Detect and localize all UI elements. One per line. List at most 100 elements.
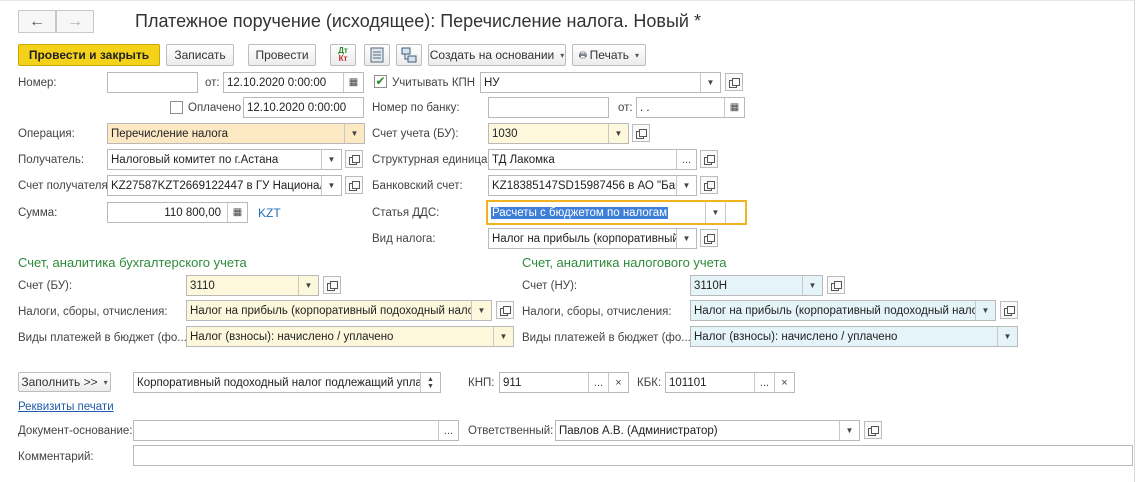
spin-icon[interactable]: ▲ ▼: [420, 373, 440, 392]
chevron-down-icon[interactable]: ▼: [705, 202, 725, 223]
paid-date-input[interactable]: 12.10.2020 0:00:00: [243, 97, 364, 118]
operation-select[interactable]: Перечисление налога ▼: [107, 123, 365, 144]
list-report-icon: [370, 47, 384, 63]
accounting-taxes-select[interactable]: Налог на прибыль (корпоративный подоходн…: [186, 300, 492, 321]
responsible-select[interactable]: Павлов А.В. (Администратор) ▼: [555, 420, 860, 441]
accounting-account-select[interactable]: 3110 ▼: [186, 275, 319, 296]
recipient-account-select[interactable]: KZ27587KZT2669122447 в ГУ Националь ▼: [107, 175, 342, 196]
post-button[interactable]: Провести: [248, 44, 316, 66]
chevron-down-icon: ▾: [634, 50, 639, 60]
date-input[interactable]: 12.10.2020 0:00:00 ▦: [223, 72, 364, 93]
clear-icon[interactable]: ×: [608, 373, 628, 392]
open-tax-type-button[interactable]: [700, 229, 718, 247]
open-responsible-button[interactable]: [864, 421, 882, 439]
account-bu-section-label: Счет (БУ):: [18, 280, 73, 292]
open-tax-taxes-button[interactable]: [1000, 301, 1018, 319]
recipient-label: Получатель:: [18, 154, 85, 166]
ellipsis-icon[interactable]: ...: [676, 150, 696, 169]
ellipsis-icon[interactable]: ...: [588, 373, 608, 392]
printer-icon: [579, 51, 587, 59]
dds-select[interactable]: Расчеты с бюджетом по налогам ▼: [486, 200, 747, 225]
bank-account-select[interactable]: KZ18385147SD15987456 в АО "Банк ▼: [488, 175, 697, 196]
list-report-button[interactable]: [364, 44, 390, 66]
back-arrow-icon: ←: [29, 12, 45, 30]
page-title: Платежное поручение (исходящее): Перечис…: [135, 11, 701, 31]
chevron-down-icon[interactable]: ▼: [839, 421, 859, 440]
bank-date-input[interactable]: . . ▦: [636, 97, 745, 118]
open-bank-account-button[interactable]: [700, 176, 718, 194]
structure-button[interactable]: [396, 44, 422, 66]
open-form-icon: [500, 306, 511, 316]
chevron-down-icon[interactable]: ▼: [997, 327, 1017, 346]
kpn-select[interactable]: НУ ▼: [480, 72, 721, 93]
date-from-label: от:: [205, 77, 220, 89]
ellipsis-icon[interactable]: ...: [754, 373, 774, 392]
chevron-down-icon[interactable]: ▼: [676, 176, 696, 195]
open-form-icon: [349, 155, 360, 165]
tax-payments-select[interactable]: Налог (взносы): начислено / уплачено ▼: [690, 326, 1018, 347]
ellipsis-icon[interactable]: ...: [438, 421, 458, 440]
open-recipient-button[interactable]: [345, 150, 363, 168]
calendar-icon[interactable]: ▦: [724, 98, 744, 117]
chevron-down-icon[interactable]: ▼: [321, 150, 341, 169]
calendar-icon[interactable]: ▦: [343, 73, 363, 92]
account-bu-select[interactable]: 1030 ▼: [488, 123, 629, 144]
number-input[interactable]: [107, 72, 198, 93]
purpose-select[interactable]: Корпоративный подоходный налог подлежащи…: [133, 372, 441, 393]
forward-button[interactable]: →: [56, 10, 94, 33]
open-tax-account-button[interactable]: [827, 276, 845, 294]
bank-number-input[interactable]: [488, 97, 609, 118]
sum-input[interactable]: 110 800,00 ▦: [107, 202, 248, 223]
knp-input[interactable]: 911 ... ×: [499, 372, 629, 393]
currency-label: KZT: [258, 206, 281, 220]
fill-button-label: Заполнить >>: [21, 375, 98, 389]
tax-account-select[interactable]: 3110Н ▼: [690, 275, 823, 296]
window-right-border: [1134, 0, 1135, 482]
open-form-icon: [349, 181, 360, 191]
calculator-icon[interactable]: ▦: [227, 203, 247, 222]
fill-button[interactable]: Заполнить >> ▾: [18, 372, 111, 392]
paid-checkbox[interactable]: ✔: [170, 101, 183, 114]
recipient-select[interactable]: Налоговый комитет по г.Астана ▼: [107, 149, 342, 170]
window-top-border: [0, 0, 1135, 1]
chevron-down-icon[interactable]: ▼: [802, 276, 822, 295]
tax-type-select[interactable]: Налог на прибыль (корпоративный г ▼: [488, 228, 697, 249]
consider-kpn-checkbox[interactable]: ✔: [374, 75, 387, 88]
kbk-input[interactable]: 101101 ... ×: [665, 372, 795, 393]
open-dds-button[interactable]: [725, 202, 745, 223]
chevron-down-icon[interactable]: ▼: [975, 301, 995, 320]
chevron-down-icon[interactable]: ▼: [344, 124, 364, 143]
open-form-icon: [327, 281, 338, 291]
chevron-down-icon[interactable]: ▼: [298, 276, 318, 295]
open-accounting-account-button[interactable]: [323, 276, 341, 294]
clear-icon[interactable]: ×: [774, 373, 794, 392]
comment-input[interactable]: [133, 445, 1133, 466]
post-and-close-button[interactable]: Провести и закрыть: [18, 44, 160, 66]
create-based-on-button[interactable]: Создать на основании ▾: [428, 44, 566, 66]
chevron-down-icon[interactable]: ▼: [321, 176, 341, 195]
save-button[interactable]: Записать: [166, 44, 234, 66]
open-accounting-taxes-button[interactable]: [496, 301, 514, 319]
chevron-down-icon[interactable]: ▼: [676, 229, 696, 248]
back-button[interactable]: ←: [18, 10, 56, 33]
open-account-bu-button[interactable]: [632, 124, 650, 142]
open-form-icon: [868, 426, 879, 436]
open-form-icon: [729, 78, 740, 88]
chevron-down-icon[interactable]: ▼: [608, 124, 628, 143]
recipient-account-label: Счет получателя:: [18, 180, 111, 192]
print-button[interactable]: Печать ▾: [572, 44, 646, 66]
open-recipient-account-button[interactable]: [345, 176, 363, 194]
print-details-link[interactable]: Реквизиты печати: [18, 401, 114, 413]
open-form-icon: [731, 209, 741, 217]
basis-doc-input[interactable]: ...: [133, 420, 459, 441]
struct-unit-select[interactable]: ТД Лакомка ...: [488, 149, 697, 170]
account-nu-label: Счет (НУ):: [522, 280, 578, 292]
open-kpn-button[interactable]: [725, 73, 743, 91]
tax-taxes-select[interactable]: Налог на прибыль (корпоративный подоходн…: [690, 300, 996, 321]
dt-kt-movements-button[interactable]: Дт Кт: [330, 44, 356, 66]
accounting-payments-select[interactable]: Налог (взносы): начислено / уплачено ▼: [186, 326, 514, 347]
chevron-down-icon[interactable]: ▼: [700, 73, 720, 92]
chevron-down-icon[interactable]: ▼: [471, 301, 491, 320]
open-struct-unit-button[interactable]: [700, 150, 718, 168]
chevron-down-icon[interactable]: ▼: [493, 327, 513, 346]
